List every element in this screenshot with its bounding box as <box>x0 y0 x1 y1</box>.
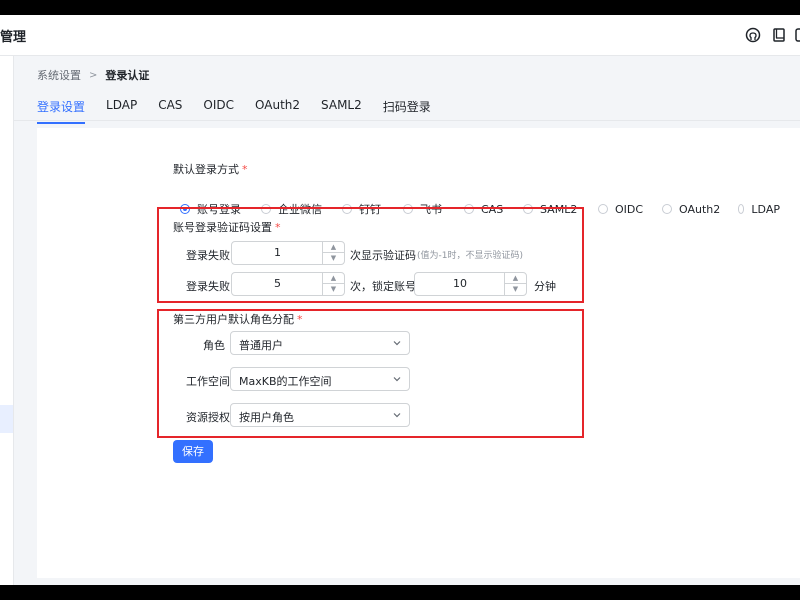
more-icon[interactable] <box>794 27 800 43</box>
role-select[interactable]: 普通用户 <box>230 331 410 355</box>
role-label: 角色 <box>203 339 225 352</box>
lock-fail-count-stepper[interactable]: 5 ▲ ▼ <box>231 272 345 296</box>
tab-ldap[interactable]: LDAP <box>106 98 137 122</box>
chevron-down-icon <box>393 341 401 346</box>
lock-duration-unit: 分钟 <box>534 280 556 293</box>
save-button[interactable]: 保存 <box>173 440 213 463</box>
radio-ldap[interactable]: LDAP <box>738 201 780 217</box>
stepper-decrease-button[interactable]: ▼ <box>323 253 344 264</box>
github-icon[interactable] <box>745 27 761 43</box>
radio-oidc[interactable]: OIDC <box>598 201 662 217</box>
stepper-increase-button[interactable]: ▲ <box>323 242 344 253</box>
captcha-section-label: 账号登录验证码设置 * <box>173 221 281 234</box>
tab-cas[interactable]: CAS <box>158 98 182 122</box>
tab-saml2[interactable]: SAML2 <box>321 98 362 122</box>
chevron-down-icon <box>393 377 401 382</box>
captcha-fail-count-stepper[interactable]: 1 ▲ ▼ <box>231 241 345 265</box>
book-icon[interactable] <box>771 27 787 43</box>
stepper-decrease-button[interactable]: ▼ <box>323 284 344 295</box>
breadcrumb-current: 登录认证 <box>105 69 150 82</box>
settings-tabs: 登录设置 LDAP CAS OIDC OAuth2 SAML2 扫码登录 <box>37 98 452 124</box>
radio-oauth2[interactable]: OAuth2 <box>662 201 738 217</box>
default-login-label: 默认登录方式 * <box>173 163 248 176</box>
app-title: 管理 <box>0 30 27 45</box>
workspace-label: 工作空间 <box>186 375 230 388</box>
lock-fail-suffix: 次，锁定账号 <box>350 280 416 293</box>
resource-auth-select[interactable]: 按用户角色 <box>230 403 410 427</box>
chevron-down-icon <box>393 413 401 418</box>
app-screen: 管理 系统设置 > 登录认证 登录设置 LDAP CAS OIDC OAuth2… <box>0 15 800 585</box>
sidebar <box>0 56 14 585</box>
stepper-increase-button[interactable]: ▲ <box>505 273 526 284</box>
top-header: 管理 <box>0 15 800 56</box>
breadcrumb-parent[interactable]: 系统设置 <box>37 67 81 83</box>
role-section-label: 第三方用户默认角色分配 * <box>173 313 303 326</box>
tab-oauth2[interactable]: OAuth2 <box>255 98 300 122</box>
tab-oidc[interactable]: OIDC <box>203 98 234 122</box>
stepper-decrease-button[interactable]: ▼ <box>505 284 526 295</box>
workspace-select[interactable]: MaxKB的工作空间 <box>230 367 410 391</box>
tab-login-settings[interactable]: 登录设置 <box>37 98 86 124</box>
lock-duration-stepper[interactable]: 10 ▲ ▼ <box>414 272 527 296</box>
captcha-fail-label: 登录失败 <box>186 249 230 262</box>
tabs-divider <box>14 120 800 121</box>
resource-auth-label: 资源授权 <box>186 411 230 424</box>
breadcrumb: 系统设置 > 登录认证 <box>37 67 149 83</box>
captcha-fail-hint: (值为-1时，不显示验证码) <box>417 251 523 261</box>
captcha-fail-suffix: 次显示验证码 <box>350 249 416 262</box>
stepper-increase-button[interactable]: ▲ <box>323 273 344 284</box>
breadcrumb-separator: > <box>89 69 98 81</box>
lock-fail-label: 登录失败 <box>186 280 230 293</box>
tab-qr-login[interactable]: 扫码登录 <box>383 98 431 122</box>
sidebar-active-item[interactable] <box>0 405 13 433</box>
